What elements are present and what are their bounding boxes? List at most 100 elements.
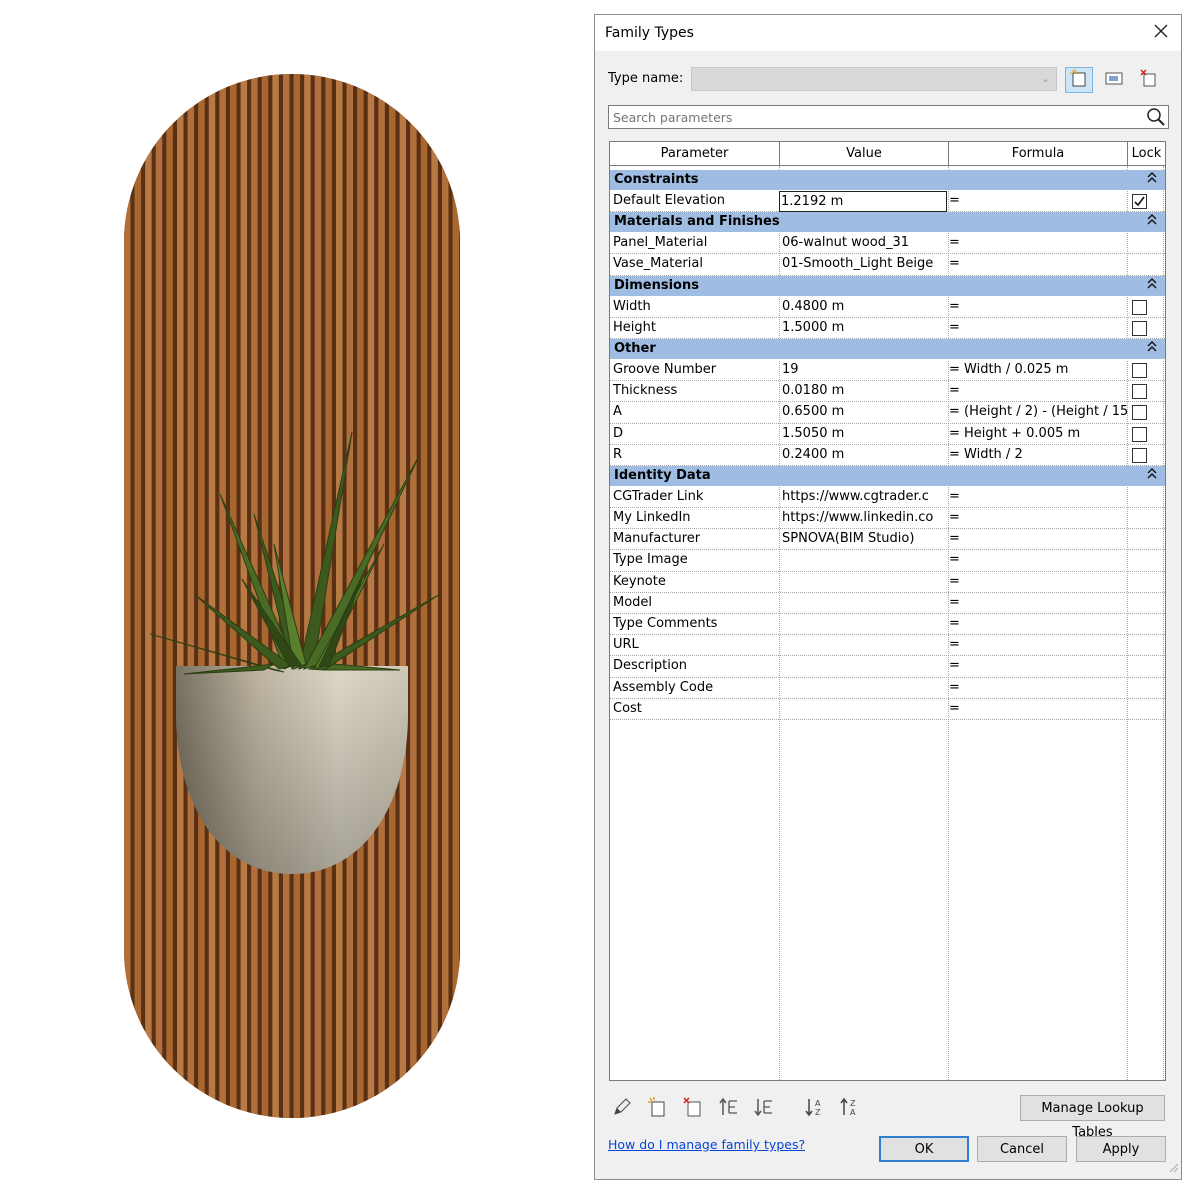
lock-checkbox[interactable] xyxy=(1132,447,1147,463)
parameter-row-r[interactable]: R 0.2400 m = Width / 2 xyxy=(610,445,1165,466)
parameter-formula-cell[interactable]: = xyxy=(949,487,1127,508)
parameter-formula-cell[interactable]: = xyxy=(949,614,1127,635)
close-icon[interactable] xyxy=(1151,21,1171,41)
parameter-value-cell[interactable] xyxy=(781,550,947,571)
parameter-row-width[interactable]: Width 0.4800 m = xyxy=(610,297,1165,318)
parameter-value-cell[interactable]: https://www.linkedin.co xyxy=(781,508,947,529)
parameter-row-a[interactable]: A 0.6500 m = (Height / 2) - (Height / 15) xyxy=(610,402,1165,424)
lock-checkbox-checked[interactable] xyxy=(1132,194,1147,209)
new-type-button[interactable] xyxy=(1065,67,1093,93)
parameter-formula-cell[interactable]: = xyxy=(949,297,1127,318)
lock-checkbox[interactable] xyxy=(1132,384,1147,400)
parameter-row-groove-number[interactable]: Groove Number 19 = Width / 0.025 m xyxy=(610,360,1165,382)
parameter-row-panel-material[interactable]: Panel_Material 06-walnut wood_31 = xyxy=(610,233,1165,255)
search-icon[interactable] xyxy=(1146,107,1166,131)
parameter-formula-cell[interactable]: = xyxy=(949,550,1127,571)
parameter-value-cell[interactable]: SPNOVA(BIM Studio) xyxy=(781,529,947,550)
parameter-formula-cell[interactable]: = Width / 0.025 m xyxy=(949,360,1127,381)
rename-type-button[interactable] xyxy=(1100,67,1128,93)
parameter-row-type-comments[interactable]: Type Comments = xyxy=(610,614,1165,636)
collapse-icon[interactable] xyxy=(1147,277,1157,293)
parameter-value-cell[interactable] xyxy=(781,593,947,614)
parameter-formula-cell[interactable]: = xyxy=(949,635,1127,656)
parameter-formula-cell[interactable]: = xyxy=(949,678,1127,699)
new-parameter-icon[interactable] xyxy=(645,1095,669,1119)
parameter-value-cell[interactable]: 1.5000 m xyxy=(781,318,947,339)
parameter-row-thickness[interactable]: Thickness 0.0180 m = xyxy=(610,381,1165,403)
resize-grip-icon[interactable] xyxy=(1169,1162,1179,1177)
parameter-value-cell[interactable] xyxy=(781,678,947,699)
parameter-row-assembly-code[interactable]: Assembly Code = xyxy=(610,678,1165,699)
group-header-other[interactable]: Other xyxy=(610,338,1165,360)
manage-lookup-tables-button[interactable]: Manage Lookup Tables xyxy=(1020,1095,1165,1140)
parameter-row-height[interactable]: Height 1.5000 m = xyxy=(610,318,1165,339)
parameter-formula-cell[interactable]: = xyxy=(949,656,1127,677)
parameter-row-default-elevation[interactable]: Default Elevation 1.2192 m = xyxy=(610,191,1165,213)
parameter-formula-cell[interactable]: = (Height / 2) - (Height / 15) xyxy=(949,402,1127,423)
parameter-formula-cell[interactable]: = xyxy=(949,572,1127,593)
parameter-value-cell[interactable]: 1.5050 m xyxy=(781,424,947,445)
lock-checkbox[interactable] xyxy=(1132,405,1147,421)
collapse-icon[interactable] xyxy=(1147,467,1157,483)
parameter-row-vase-material[interactable]: Vase_Material 01-Smooth_Light Beige = xyxy=(610,254,1165,276)
type-name-dropdown[interactable]: ⌄ xyxy=(691,67,1057,91)
sort-descending-icon[interactable]: ZA xyxy=(838,1095,862,1119)
column-header-lock[interactable]: Lock xyxy=(1128,142,1165,166)
sort-ascending-icon[interactable]: AZ xyxy=(803,1095,827,1119)
parameter-formula-cell[interactable]: = Width / 2 xyxy=(949,445,1127,466)
parameter-formula-cell[interactable]: = Height + 0.005 m xyxy=(949,424,1127,445)
group-header-constraints[interactable]: Constraints xyxy=(610,170,1165,191)
parameter-row-cgtrader-link[interactable]: CGTrader Link https://www.cgtrader.c = xyxy=(610,487,1165,509)
parameter-formula-cell[interactable]: = xyxy=(949,381,1127,402)
parameter-value-cell[interactable] xyxy=(781,572,947,593)
parameter-row-cost[interactable]: Cost = xyxy=(610,699,1165,720)
delete-type-button[interactable] xyxy=(1135,67,1163,93)
ok-button[interactable]: OK xyxy=(879,1136,969,1162)
parameter-row-manufacturer[interactable]: Manufacturer SPNOVA(BIM Studio) = xyxy=(610,529,1165,551)
parameter-row-model[interactable]: Model = xyxy=(610,593,1165,614)
parameter-row-keynote[interactable]: Keynote = xyxy=(610,572,1165,593)
parameter-value-cell[interactable] xyxy=(781,656,947,677)
apply-button[interactable]: Apply xyxy=(1076,1136,1166,1162)
collapse-icon[interactable] xyxy=(1147,340,1157,356)
parameter-row-d[interactable]: D 1.5050 m = Height + 0.005 m xyxy=(610,424,1165,445)
parameter-value-cell[interactable]: 19 xyxy=(781,360,947,381)
lock-checkbox[interactable] xyxy=(1132,299,1147,315)
parameter-value-cell[interactable] xyxy=(781,699,947,720)
parameter-row-url[interactable]: URL = xyxy=(610,635,1165,657)
group-header-materials-and-finishes[interactable]: Materials and Finishes xyxy=(610,212,1165,234)
parameter-value-cell[interactable]: 06-walnut wood_31 xyxy=(781,233,947,254)
cancel-button[interactable]: Cancel xyxy=(977,1136,1067,1162)
parameter-formula-cell[interactable]: = xyxy=(949,254,1127,275)
collapse-icon[interactable] xyxy=(1147,172,1157,187)
parameter-row-type-image[interactable]: Type Image = xyxy=(610,550,1165,572)
move-up-icon[interactable] xyxy=(717,1095,741,1119)
lock-checkbox[interactable] xyxy=(1132,362,1147,378)
parameter-formula-cell[interactable]: = xyxy=(949,508,1127,529)
parameter-value-cell[interactable]: 0.6500 m xyxy=(781,402,947,423)
parameter-value-cell[interactable] xyxy=(781,614,947,635)
help-link[interactable]: How do I manage family types? xyxy=(608,1137,805,1152)
parameter-row-my-linkedin[interactable]: My LinkedIn https://www.linkedin.co = xyxy=(610,508,1165,530)
parameter-value-cell[interactable]: https://www.cgtrader.c xyxy=(781,487,947,508)
search-parameters-field[interactable] xyxy=(608,105,1169,129)
parameter-formula-cell[interactable]: = xyxy=(949,191,1127,212)
parameter-formula-cell[interactable]: = xyxy=(949,233,1127,254)
parameter-value-cell[interactable]: 0.0180 m xyxy=(781,381,947,402)
move-down-icon[interactable] xyxy=(752,1095,776,1119)
parameter-value-cell[interactable]: 1.2192 m xyxy=(779,191,947,212)
column-header-value[interactable]: Value xyxy=(780,142,949,166)
parameter-formula-cell[interactable]: = xyxy=(949,529,1127,550)
lock-checkbox[interactable] xyxy=(1132,426,1147,442)
parameter-formula-cell[interactable]: = xyxy=(949,593,1127,614)
lock-checkbox[interactable] xyxy=(1132,320,1147,336)
parameter-formula-cell[interactable]: = xyxy=(949,318,1127,339)
parameter-formula-cell[interactable]: = xyxy=(949,699,1127,720)
collapse-icon[interactable] xyxy=(1147,214,1157,229)
delete-parameter-icon[interactable] xyxy=(681,1095,705,1119)
column-header-parameter[interactable]: Parameter xyxy=(610,142,780,166)
parameter-value-cell[interactable] xyxy=(781,635,947,656)
search-input[interactable] xyxy=(609,106,1129,128)
parameter-value-cell[interactable]: 01-Smooth_Light Beige xyxy=(781,254,947,275)
column-header-formula[interactable]: Formula xyxy=(949,142,1128,166)
